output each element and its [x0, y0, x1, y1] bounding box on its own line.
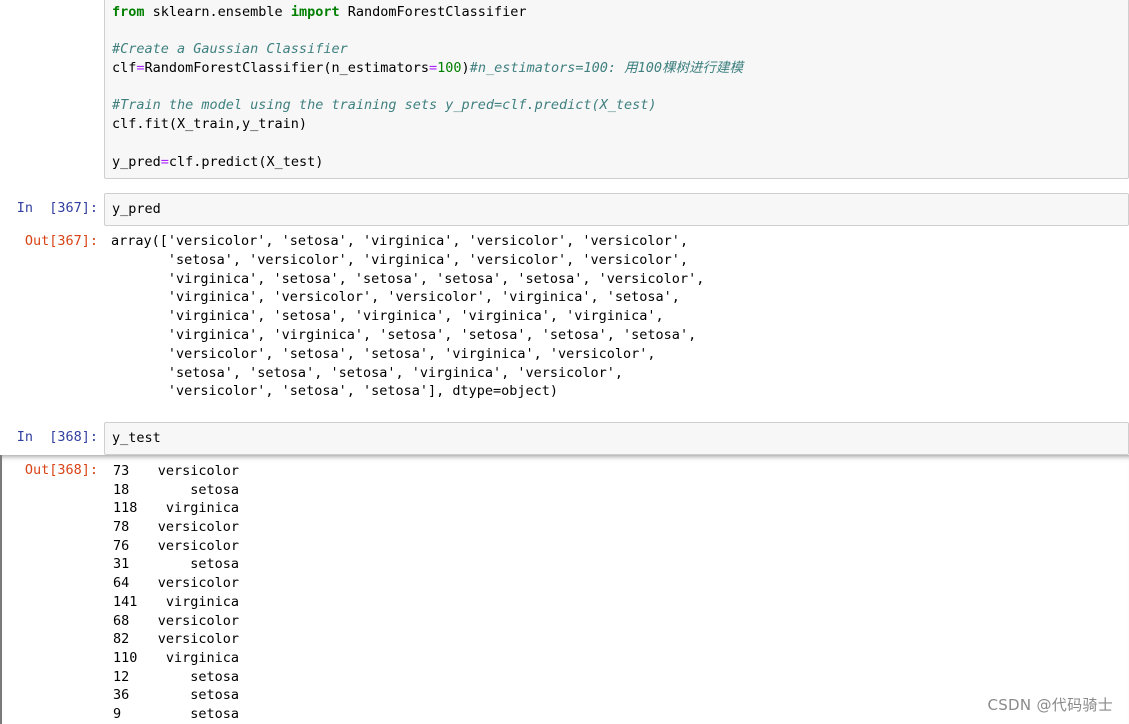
keyword-token: from: [112, 4, 145, 20]
series-index: 31: [113, 556, 130, 573]
series-value: virginica: [165, 649, 239, 666]
series-index: 64: [113, 575, 130, 592]
notebook-page: from sklearn.ensemble import RandomFores…: [0, 0, 1129, 724]
code-token: =: [429, 60, 438, 77]
watermark: CSDN @代码骑士: [987, 696, 1113, 714]
series-value: virginica: [165, 593, 239, 610]
series-index: 36: [113, 687, 130, 704]
series-index: 76: [113, 537, 130, 554]
series-row: 36 setosa: [104, 686, 239, 705]
series-index: 82: [113, 631, 130, 648]
output-text-367: array(['versicolor', 'setosa', 'virginic…: [104, 232, 1129, 401]
series-index: 18: [113, 481, 130, 498]
output-line: 'virginica', 'setosa', 'virginica', 'vir…: [111, 308, 664, 325]
output-line: 'setosa', 'versicolor', 'virginica', 've…: [111, 251, 689, 268]
output-prompt-367: Out[367]:: [24, 233, 98, 249]
code-token: RandomForestClassifier: [339, 4, 527, 20]
series-row: 76 versicolor: [104, 537, 239, 556]
output-line: 'virginica', 'virginica', 'setosa', 'set…: [111, 326, 697, 343]
series-output-368: 73 versicolor 18 setosa 118 virginica 78 versic…: [104, 462, 239, 724]
series-value: virginica: [165, 500, 239, 517]
code-token: clf: [112, 60, 137, 77]
series-row: 110 virginica: [104, 649, 239, 668]
code-editor-top[interactable]: from sklearn.ensemble import RandomFores…: [104, 0, 1129, 179]
series-value: setosa: [190, 556, 239, 573]
output-line: array(['versicolor', 'setosa', 'virginic…: [111, 233, 689, 249]
series-value: setosa: [190, 481, 239, 498]
output-line: 'virginica', 'versicolor', 'versicolor',…: [111, 289, 680, 306]
series-index: 68: [113, 612, 130, 629]
series-index: 118: [113, 500, 138, 517]
series-row: 31 setosa: [104, 555, 239, 574]
code-token: sklearn.ensemble: [144, 4, 291, 20]
output-line: 'versicolor', 'setosa', 'setosa', 'virgi…: [111, 345, 656, 362]
code-line: #Train the model using the training sets…: [105, 96, 1128, 115]
comment-token: #Train the model using the training sets…: [112, 97, 657, 114]
series-row: 68 versicolor: [104, 612, 239, 631]
input-prompt-367: In [367]:: [16, 200, 98, 216]
output-line: 'setosa', 'setosa', 'setosa', 'virginica…: [111, 364, 624, 381]
series-row: 12 setosa: [104, 668, 239, 687]
series-value: versicolor: [157, 612, 239, 629]
series-value: setosa: [190, 705, 239, 722]
series-index: 110: [113, 649, 138, 666]
series-value: versicolor: [157, 519, 239, 536]
series-index: 12: [113, 668, 130, 685]
series-index: 9: [113, 705, 122, 722]
code-token: ): [461, 60, 470, 77]
series-row: 18 setosa: [104, 481, 239, 500]
series-index: 78: [113, 519, 130, 536]
comment-token: #n_estimators=100: 用100棵树进行建模: [469, 60, 743, 77]
output-line: 'versicolor', 'setosa', 'setosa'], dtype…: [111, 383, 559, 400]
code-line: from sklearn.ensemble import RandomFores…: [105, 3, 1128, 22]
series-index: 73: [113, 463, 130, 479]
series-value: versicolor: [157, 631, 239, 648]
code-line: clf=RandomForestClassifier(n_estimators=…: [105, 59, 1128, 78]
series-value: setosa: [190, 668, 239, 685]
code-token: =: [160, 153, 169, 170]
code-token: clf.fit(X_train,y_train): [112, 116, 308, 133]
code-token: 100: [437, 60, 462, 77]
code-token: y_pred: [112, 153, 161, 170]
series-row: 82 versicolor: [104, 630, 239, 649]
series-value: versicolor: [157, 537, 239, 554]
code-editor-368[interactable]: y_test: [104, 422, 1129, 455]
code-line: y_pred=clf.predict(X_test): [105, 153, 1128, 172]
input-prompt-368: In [368]:: [16, 429, 98, 445]
output-prompt-368: Out[368]:: [24, 462, 98, 478]
output-line: 'virginica', 'setosa', 'setosa', 'setosa…: [111, 270, 705, 287]
code-line: y_test: [112, 430, 161, 446]
code-line: clf.fit(X_train,y_train): [105, 115, 1128, 134]
output-cell-368[interactable]: Out[368]: 73 versicolor 18 setosa 118 virgini…: [0, 455, 1129, 724]
series-row: 141 virginica: [104, 593, 239, 612]
series-value: versicolor: [157, 463, 239, 479]
series-row: 9 setosa: [104, 705, 239, 724]
series-row: 118 virginica: [104, 499, 239, 518]
series-row: 78 versicolor: [104, 518, 239, 537]
series-row: 73 versicolor: [104, 462, 239, 481]
code-token: clf.predict(X_test): [168, 153, 324, 170]
series-index: 141: [113, 593, 138, 610]
code-line: #Create a Gaussian Classifier: [105, 40, 1128, 59]
series-row: 64 versicolor: [104, 574, 239, 593]
series-value: versicolor: [157, 575, 239, 592]
code-line: y_pred: [112, 201, 161, 217]
code-token: =: [136, 60, 145, 77]
keyword-token: import: [290, 4, 340, 20]
code-editor-367[interactable]: y_pred: [104, 193, 1129, 226]
series-value: setosa: [190, 687, 239, 704]
comment-token: #Create a Gaussian Classifier: [112, 41, 348, 58]
code-token: RandomForestClassifier(n_estimators: [144, 60, 430, 77]
